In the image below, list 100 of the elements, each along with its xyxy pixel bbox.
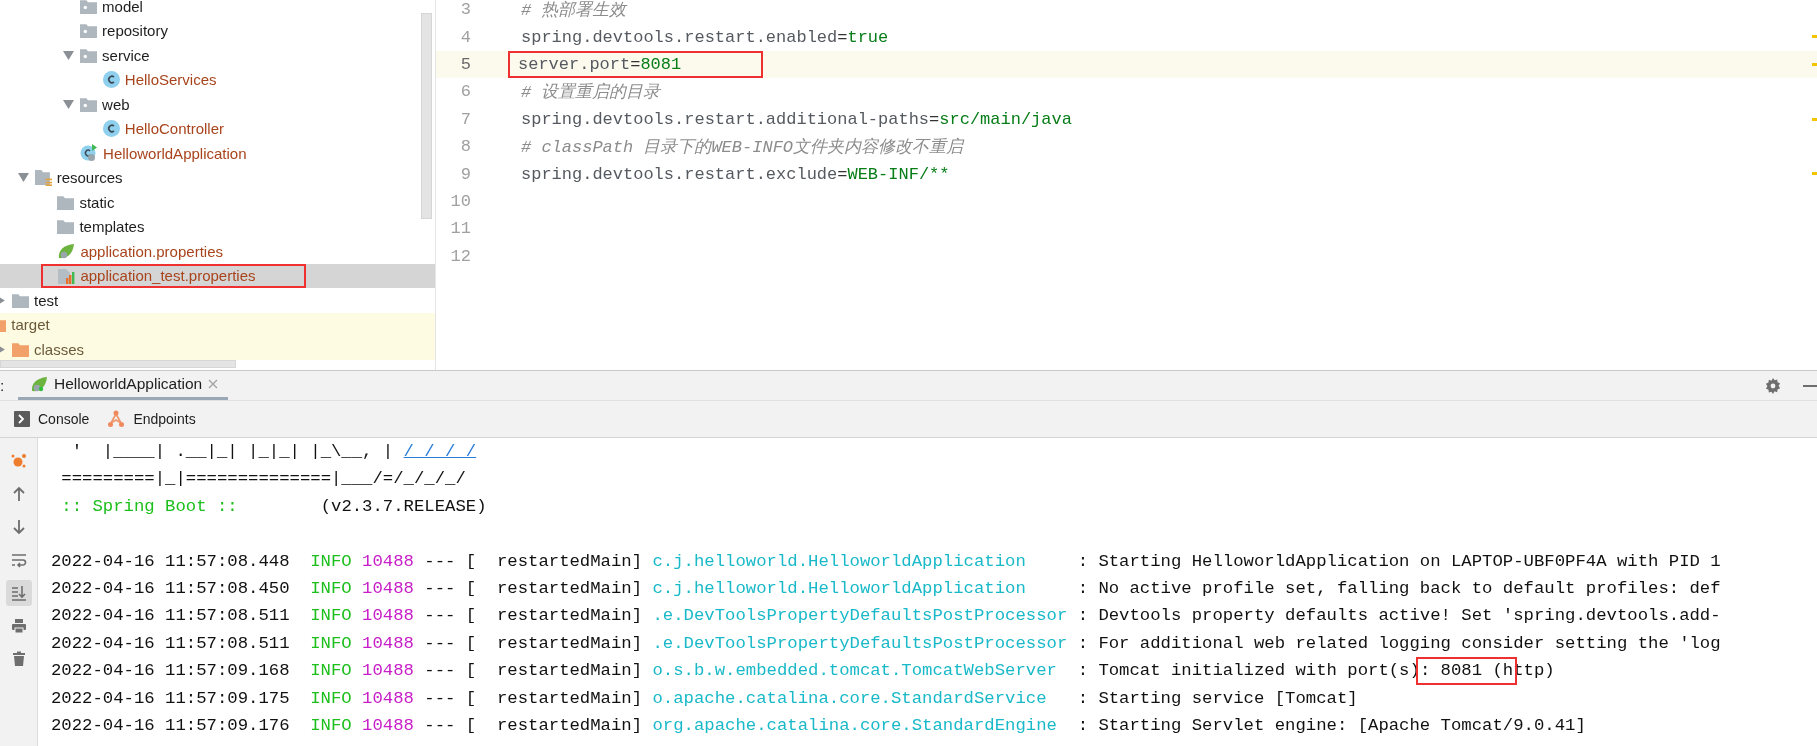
tree-row[interactable]: service [0, 43, 435, 68]
log-thread: [ restartedMain] [465, 632, 643, 655]
log-separator: --- [424, 550, 456, 573]
log-level: INFO [310, 687, 352, 710]
folder-icon [12, 341, 29, 357]
tree-item-label: HelloController [124, 120, 224, 138]
tree-item-label: model [102, 0, 143, 15]
folder-icon [12, 292, 29, 308]
folder-icon [80, 23, 98, 39]
editor-line: 8 # classPath 目录下的WEB-INFO文件夹内容修改不重启 [459, 136, 966, 160]
log-message: : Starting Servlet engine: [Apache Tomcat/9.0.41] [1077, 714, 1586, 737]
log-message: : Starting HelloworldApplication on LAPTOP-UBF0PF4A with PID 1 [1077, 550, 1721, 573]
close-icon[interactable] [208, 379, 219, 389]
log-message: : Starting service [Tomcat] [1077, 687, 1358, 710]
tree-row[interactable]: HelloworldApplication [0, 141, 435, 166]
tree-row[interactable]: HelloController [0, 116, 435, 141]
log-separator: --- [424, 687, 456, 710]
log-pid: 10488 [362, 577, 414, 600]
log-logger: .e.DevToolsPropertyDefaultsPostProcessor [652, 605, 1068, 628]
editor-line: 11 [449, 218, 472, 241]
log-thread: [ restartedMain] [465, 577, 643, 600]
log-timestamp: 2022-04-16 11:57:09.175 [51, 687, 290, 710]
folder-icon [57, 219, 75, 235]
log-logger: .e.DevToolsPropertyDefaultsPostProcessor [652, 632, 1068, 655]
minimize-icon[interactable] [1803, 383, 1817, 388]
node-cluster-icon [10, 453, 27, 469]
chart-file-icon [57, 266, 76, 285]
scrollbar[interactable] [421, 13, 432, 219]
tree-item-label: classes [34, 340, 85, 358]
editor-line: 6 # 设置重启的目录 [459, 81, 662, 105]
leaf-icon [57, 242, 76, 261]
tree-row[interactable]: HelloServices [0, 67, 435, 92]
log-pid: 10488 [362, 714, 414, 737]
tree-row[interactable]: web [0, 92, 435, 117]
tree-row[interactable]: application.properties [0, 239, 435, 264]
class-icon [102, 120, 120, 138]
log-timestamp: 2022-04-16 11:57:08.450 [51, 577, 290, 600]
editor-line: 4 spring.devtools.restart.enabled=true [436, 23, 1817, 51]
class-icon [102, 71, 120, 89]
editor-line: 9 spring.devtools.restart.exclude=WEB-INF/** [436, 160, 1817, 188]
tree-row[interactable]: test [0, 288, 435, 313]
panel-tab[interactable]: Endpoints [107, 406, 204, 432]
log-thread: [ restartedMain] [465, 714, 643, 737]
collapse-arrow-icon[interactable] [63, 98, 75, 110]
log-logger: o.s.b.w.embedded.tomcat.TomcatWebServer [652, 660, 1058, 683]
banner-text: :: Spring Boot :: [60, 496, 238, 516]
tree-row[interactable]: model [0, 0, 435, 19]
panel-label: : [0, 375, 6, 396]
log-logger: c.j.helloworld.HelloworldApplication [652, 550, 1027, 573]
banner-text: / / / / [403, 442, 477, 461]
log-logger: o.apache.catalina.core.StandardService [652, 687, 1048, 710]
log-message: : No active profile set, falling back to default profiles: def [1077, 577, 1721, 600]
log-thread: [ restartedMain] [465, 605, 643, 628]
log-timestamp: 2022-04-16 11:57:08.511 [51, 632, 290, 655]
tree-row[interactable]: classes [0, 337, 435, 360]
log-pid: 10488 [362, 687, 414, 710]
tree-item-label: HelloworldApplication [103, 144, 247, 162]
terminal-icon [14, 411, 30, 427]
log-level: INFO [310, 714, 352, 737]
log-level: INFO [310, 550, 352, 573]
tree-row[interactable]: templates [0, 214, 435, 239]
log-separator: --- [424, 632, 456, 655]
folder-icon [80, 47, 98, 63]
log-level: INFO [310, 605, 352, 628]
banner-text: ' |____| .__|_| |_|_| |_\__, | [70, 442, 395, 461]
leaf-icon [30, 375, 48, 393]
log-thread: [ restartedMain] [465, 660, 643, 683]
folder-icon [80, 96, 98, 112]
tree-item-label: HelloServices [124, 71, 217, 89]
log-pid: 10488 [362, 550, 414, 573]
tree-item-label: repository [102, 22, 168, 40]
collapse-arrow-icon[interactable] [17, 172, 29, 184]
class-icon [80, 144, 99, 163]
log-separator: --- [424, 660, 456, 683]
tree-row[interactable]: target [0, 312, 435, 337]
editor-line: 10 [449, 190, 472, 213]
tree-item-label: test [34, 291, 59, 309]
log-pid: 10488 [362, 605, 414, 628]
network-icon [107, 410, 126, 428]
log-separator: --- [424, 577, 456, 600]
log-level: INFO [310, 577, 352, 600]
scrollbar[interactable] [0, 360, 236, 368]
log-logger: org.apache.catalina.core.StandardEngine [652, 714, 1058, 737]
log-timestamp: 2022-04-16 11:57:08.448 [51, 550, 290, 573]
banner-text: =========|_|==============|___/=/_/_/_/ [60, 469, 466, 489]
panel-tab[interactable]: Console [14, 407, 98, 431]
tree-row[interactable]: static [0, 190, 435, 215]
log-timestamp: 2022-04-16 11:57:08.511 [51, 605, 290, 628]
tab-label: HelloworldApplication [54, 375, 203, 393]
tree-row[interactable]: resources [0, 165, 435, 190]
tree-item-label: resources [56, 169, 123, 187]
settings-icon[interactable] [1765, 377, 1781, 394]
tree-row[interactable]: repository [0, 18, 435, 43]
scroll-end-icon[interactable] [5, 580, 32, 606]
folder-icon [57, 194, 75, 210]
tree-row[interactable]: application_test.properties [0, 263, 435, 288]
tree-item-label: target [11, 316, 50, 334]
editor-line: 12 [449, 245, 472, 268]
tree-item-label: application.properties [80, 242, 223, 260]
collapse-arrow-icon[interactable] [63, 49, 75, 61]
